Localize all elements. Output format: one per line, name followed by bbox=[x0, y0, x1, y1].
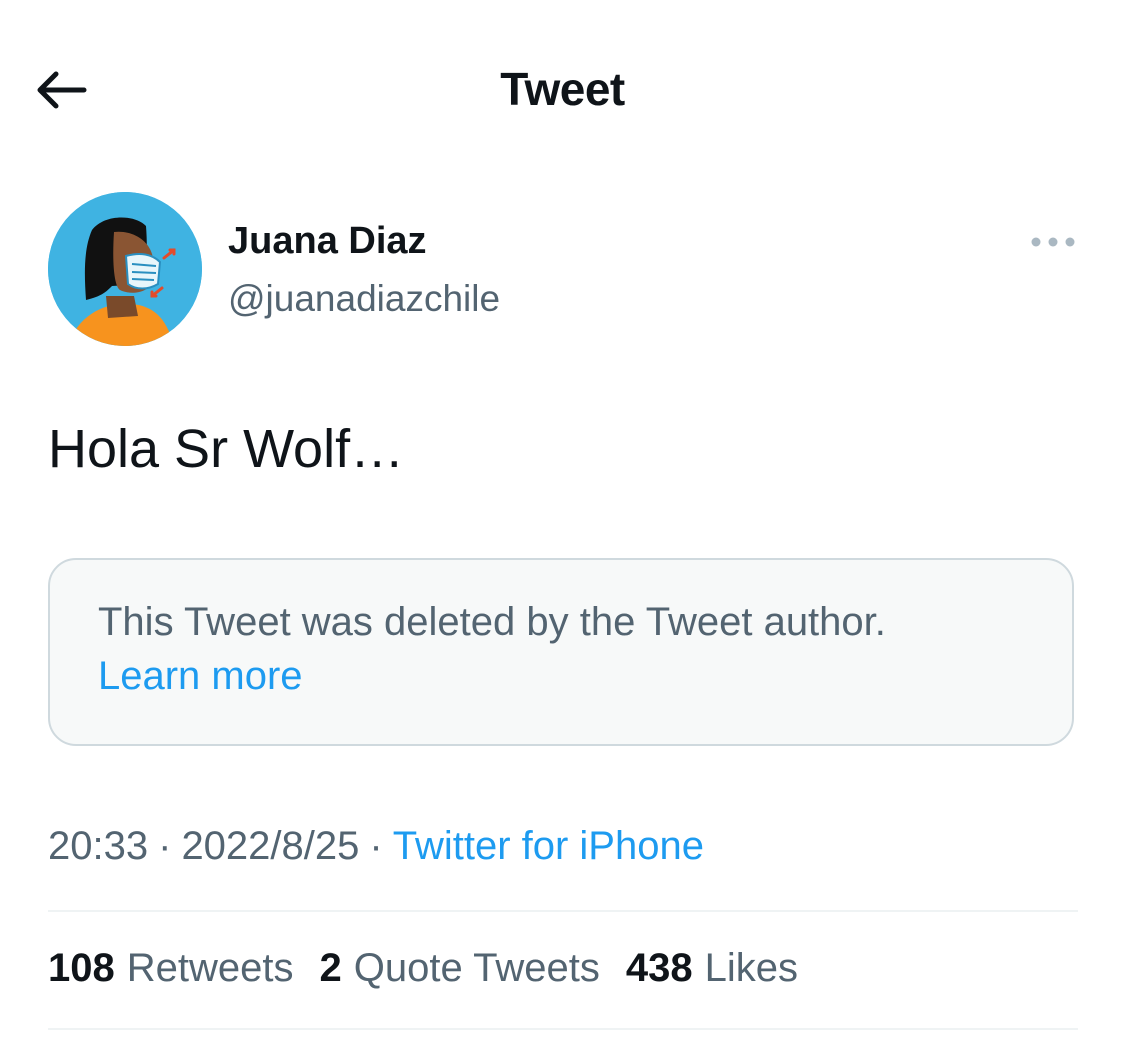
tweet-stats: 108 Retweets 2 Quote Tweets 438 Likes bbox=[48, 946, 798, 991]
tweet-source-link[interactable]: Twitter for iPhone bbox=[393, 824, 704, 868]
top-bar: Tweet bbox=[0, 0, 1125, 180]
tweet-time: 20:33 bbox=[48, 824, 149, 868]
author-handle[interactable]: @juanadiazchile bbox=[228, 278, 500, 320]
learn-more-link[interactable]: Learn more bbox=[98, 654, 303, 699]
page-title: Tweet bbox=[500, 63, 625, 115]
divider bbox=[48, 1028, 1078, 1030]
stat-label: Quote Tweets bbox=[353, 946, 600, 990]
deleted-quote-card: This Tweet was deleted by the Tweet auth… bbox=[48, 558, 1074, 746]
tweet-text: Hola Sr Wolf… bbox=[48, 419, 405, 479]
meta-separator: · bbox=[158, 824, 172, 868]
deleted-message: This Tweet was deleted by the Tweet auth… bbox=[98, 600, 886, 644]
tweet-date: 2022/8/25 bbox=[181, 824, 360, 868]
tweet-meta: 20:33 · 2022/8/25 · Twitter for iPhone bbox=[48, 824, 704, 869]
meta-separator: · bbox=[369, 824, 383, 868]
divider bbox=[48, 910, 1078, 912]
author-display-name[interactable]: Juana Diaz bbox=[228, 220, 427, 263]
tweet-author: Juana Diaz @juanadiazchile bbox=[48, 192, 1078, 348]
stat-count: 108 bbox=[48, 946, 115, 990]
likes-stat[interactable]: 438 Likes bbox=[626, 946, 798, 991]
more-dots-icon bbox=[1031, 237, 1075, 247]
quote-tweets-stat[interactable]: 2 Quote Tweets bbox=[320, 946, 600, 991]
stat-label: Retweets bbox=[126, 946, 294, 990]
retweets-stat[interactable]: 108 Retweets bbox=[48, 946, 294, 991]
stat-count: 438 bbox=[625, 946, 693, 990]
stat-label: Likes bbox=[704, 946, 798, 990]
avatar[interactable] bbox=[48, 192, 202, 346]
more-options-button[interactable] bbox=[1028, 230, 1078, 254]
masked-person-avatar-icon bbox=[48, 192, 202, 346]
stat-count: 2 bbox=[319, 946, 342, 990]
